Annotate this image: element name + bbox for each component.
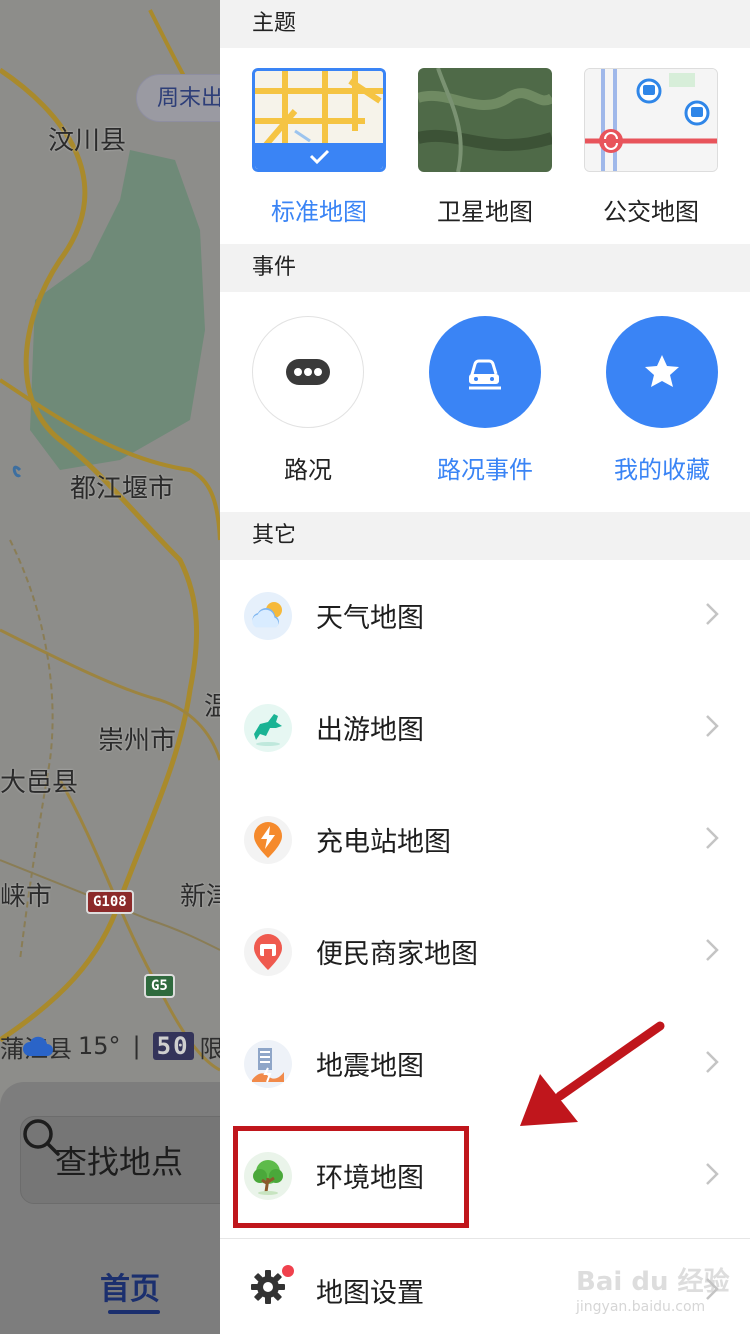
my-favorites-button[interactable]: [606, 316, 718, 428]
list-item-label: 便民商家地图: [316, 939, 478, 970]
traffic-toggle-button[interactable]: [252, 316, 364, 428]
satellite-map-thumbnail: [418, 68, 552, 172]
map-label-dayi: 大邑县: [0, 768, 79, 798]
list-item-travel-map[interactable]: 出游地图: [220, 672, 750, 784]
speed-limit-sign: 50: [152, 1032, 194, 1060]
theme-card-transit[interactable]: [584, 68, 718, 172]
weather-cloud-sun-icon: [244, 592, 292, 640]
standard-map-thumbnail: [255, 71, 383, 169]
chevron-right-icon: [706, 1051, 719, 1073]
map-label-chongzhou: 崇州市: [98, 726, 177, 756]
notification-dot: [282, 1265, 294, 1277]
search-icon: [23, 1119, 60, 1156]
tab-home[interactable]: 首页: [100, 1264, 160, 1308]
list-item-label: 出游地图: [316, 715, 424, 746]
list-item-label: 天气地图: [316, 603, 424, 634]
traffic-events-button[interactable]: [429, 316, 541, 428]
cloud-icon: [23, 1036, 53, 1056]
chevron-right-icon: [706, 1163, 719, 1185]
list-item-earthquake-map[interactable]: 地震地图: [220, 1008, 750, 1120]
temperature-value: 15°: [78, 1032, 121, 1060]
watermark-url: jingyan.baidu.com: [576, 1299, 706, 1315]
road-badge-g108: G108: [86, 890, 134, 914]
chevron-right-icon: [706, 603, 719, 625]
chevron-right-icon: [706, 715, 719, 737]
map-label-dujiangyan: 都江堰市: [70, 474, 175, 504]
transit-map-thumbnail: [585, 69, 717, 171]
search-placeholder: 查找地点: [55, 1143, 184, 1181]
tab-home-indicator: [108, 1310, 160, 1314]
gear-icon: [251, 1270, 285, 1304]
theme-label-transit: 公交地图: [603, 198, 699, 226]
event-label-traffic: 路况: [284, 456, 332, 484]
list-item-charging-map[interactable]: 充电站地图: [220, 784, 750, 896]
weather-bar: 蒲江县 15° | 50 限: [0, 1028, 224, 1064]
shop-icon: [244, 928, 292, 976]
list-item-label: 地震地图: [316, 1051, 424, 1082]
section-header-other: 其它: [220, 512, 750, 560]
event-label-favorites: 我的收藏: [614, 456, 710, 484]
map-label-wenchuan: 汶川县: [48, 126, 127, 156]
section-header-events: 事件: [220, 244, 750, 292]
road-badge-g5: G5: [144, 974, 175, 998]
car-crash-icon: [469, 359, 501, 390]
chevron-right-icon: [706, 1278, 719, 1300]
list-item-merchant-map[interactable]: 便民商家地图: [220, 896, 750, 1008]
horse-icon: [244, 704, 292, 752]
more-dots-icon: [286, 359, 330, 385]
section-header-theme: 主题: [220, 0, 750, 48]
theme-card-standard[interactable]: [252, 68, 386, 172]
map-label-xialai: 崃市: [0, 882, 53, 912]
list-item-label: 充电站地图: [316, 827, 451, 858]
chevron-right-icon: [706, 827, 719, 849]
theme-label-standard: 标准地图: [271, 198, 367, 226]
annotation-highlight-box: [233, 1126, 469, 1228]
weather-divider: |: [132, 1032, 141, 1060]
star-icon: [645, 355, 679, 387]
chevron-right-icon: [706, 939, 719, 961]
event-label-traffic-events: 路况事件: [437, 456, 533, 484]
charging-bolt-icon: [244, 816, 292, 864]
earthquake-icon: [244, 1040, 292, 1088]
map-settings-row[interactable]: 地图设置 Bai du 经验 jingyan.baidu.com: [220, 1238, 750, 1334]
theme-card-satellite[interactable]: [418, 68, 552, 172]
theme-label-satellite: 卫星地图: [437, 198, 533, 226]
list-item-weather-map[interactable]: 天气地图: [220, 560, 750, 672]
map-settings-label: 地图设置: [316, 1278, 424, 1309]
